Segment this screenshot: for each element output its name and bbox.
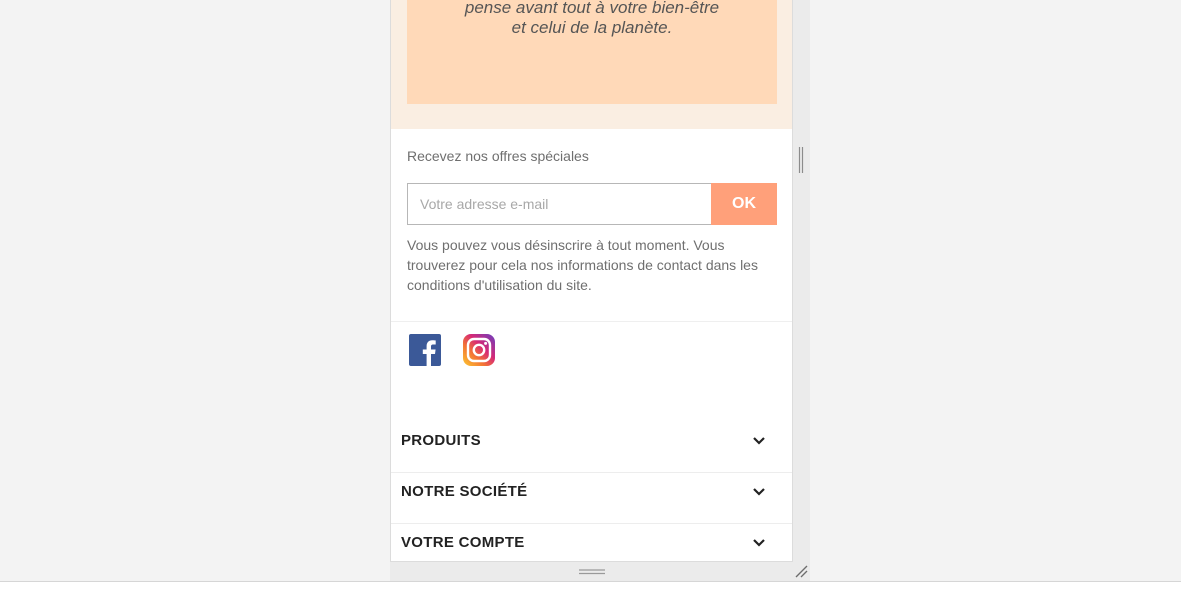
- promo-box: pense avant tout à votre bien-être et ce…: [407, 0, 777, 104]
- newsletter-title: Recevez nos offres spéciales: [407, 148, 589, 164]
- newsletter-disclaimer: Vous pouvez vous désinscrire à tout mome…: [407, 237, 758, 293]
- bottom-strip: [0, 582, 1181, 589]
- footer-menu-produits[interactable]: PRODUITS: [391, 419, 792, 469]
- promo-section: pense avant tout à votre bien-être et ce…: [391, 0, 792, 129]
- resize-corner-icon[interactable]: [794, 564, 808, 578]
- email-input[interactable]: [407, 183, 711, 225]
- vertical-resize-handle[interactable]: [798, 147, 804, 173]
- chevron-down-icon: [753, 539, 765, 547]
- chevron-down-icon: [753, 488, 765, 496]
- footer-menu-label: VOTRE COMPTE: [401, 534, 525, 551]
- footer-menu-notre-societe[interactable]: NOTRE SOCIÉTÉ: [391, 470, 792, 520]
- footer-menu-votre-compte[interactable]: VOTRE COMPTE: [391, 521, 792, 561]
- section-divider: [391, 321, 792, 322]
- footer-menu-label: PRODUITS: [401, 432, 481, 449]
- promo-text-line-2: et celui de la planète.: [511, 18, 673, 37]
- viewport: pense avant tout à votre bien-être et ce…: [0, 0, 1181, 589]
- facebook-icon: [409, 334, 441, 366]
- chevron-down-icon: [753, 437, 765, 445]
- horizontal-resize-handle[interactable]: [579, 568, 605, 576]
- instagram-icon: [463, 334, 495, 366]
- newsletter-submit-button[interactable]: OK: [711, 183, 777, 225]
- footer-menu-label: NOTRE SOCIÉTÉ: [401, 483, 528, 500]
- promo-text-line-1: pense avant tout à votre bien-être: [464, 0, 720, 17]
- facebook-link[interactable]: [408, 333, 442, 367]
- instagram-link[interactable]: [462, 333, 496, 367]
- mobile-preview: pense avant tout à votre bien-être et ce…: [390, 0, 793, 562]
